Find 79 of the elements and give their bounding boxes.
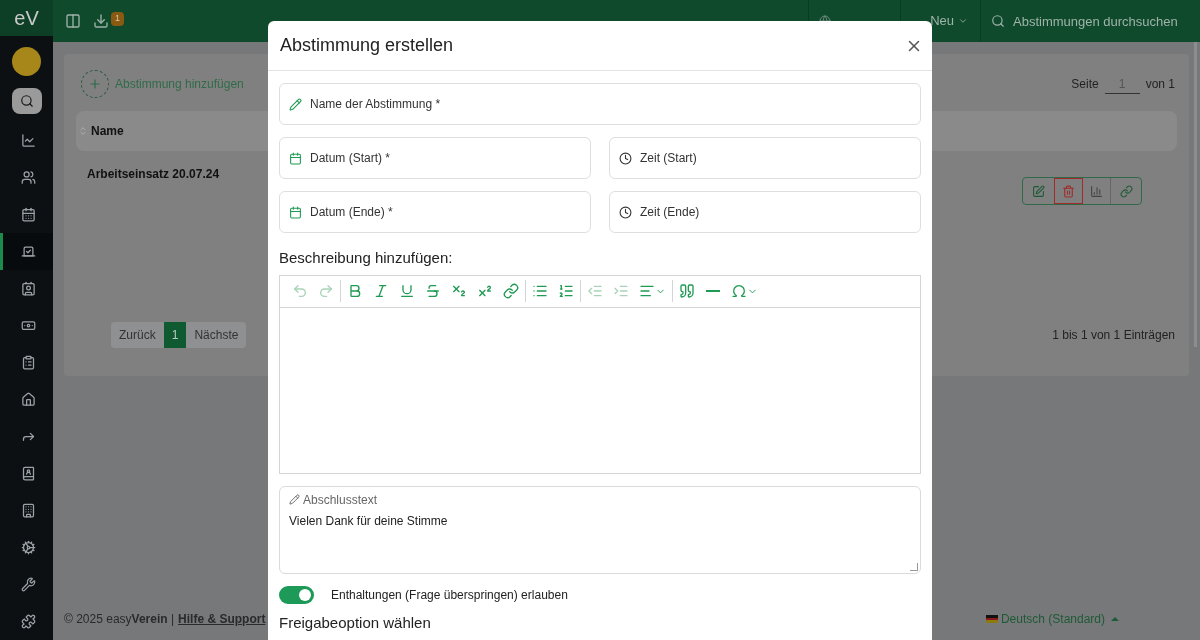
outdent-icon <box>587 283 603 299</box>
caret-icon <box>1111 617 1119 621</box>
abstain-label: Enthaltungen (Frage überspringen) erlauben <box>331 586 568 604</box>
input-field[interactable]: Zeit (Ende) <box>609 191 921 233</box>
pencil-icon <box>289 97 302 111</box>
italic-icon <box>373 283 389 299</box>
search-icon <box>991 14 1005 28</box>
indent-icon <box>613 283 629 299</box>
page-total: von 1 <box>1145 76 1175 93</box>
page-label: Seite <box>1071 76 1099 93</box>
users-icon <box>20 170 36 185</box>
search-field[interactable]: Abstimmungen durchsuchen <box>981 0 1200 42</box>
contact-card-icon <box>20 281 36 296</box>
abstain-toggle[interactable] <box>279 585 314 604</box>
align-left-icon <box>639 283 655 299</box>
pencil-icon <box>289 494 300 505</box>
calendar-icon <box>289 151 302 165</box>
strikethrough-icon <box>425 283 441 299</box>
clock-icon <box>619 205 632 219</box>
building-icon <box>20 503 36 518</box>
book-icon <box>20 466 36 481</box>
input-field[interactable]: Zeit (Start) <box>609 137 921 179</box>
table-cell-text: Arbeitseinsatz 20.07.24 <box>87 166 220 183</box>
clock-icon <box>619 151 632 165</box>
omega-icon <box>731 283 747 299</box>
chart-icon <box>20 133 36 148</box>
modal-title: Abstimmung erstellen <box>280 34 454 57</box>
puzzle-icon <box>20 614 36 629</box>
horizontal-line-icon <box>706 290 720 292</box>
search-button[interactable] <box>11 88 42 114</box>
club-avatar[interactable] <box>12 47 41 76</box>
trash-icon <box>1062 184 1075 198</box>
redo-icon <box>318 283 334 299</box>
resize-handle-icon[interactable] <box>910 562 918 571</box>
input-field[interactable]: Datum (Start) * <box>279 137 591 179</box>
notification-badge: 1 <box>111 12 124 26</box>
gears-icon <box>20 540 36 555</box>
bullet-list-icon <box>532 283 548 299</box>
logo: eV <box>0 0 53 36</box>
sidebar-toggle-button[interactable] <box>65 13 81 29</box>
copyright-text: © 2025 easyVerein | <box>64 611 175 628</box>
edit-icon <box>1032 184 1045 198</box>
undo-icon <box>292 283 308 299</box>
entries-info: 1 bis 1 von 1 Einträgen <box>1052 327 1175 344</box>
download-button[interactable] <box>93 13 109 29</box>
home-icon <box>20 392 36 407</box>
sidebar-item[interactable] <box>0 233 53 270</box>
ballot-box-icon <box>20 244 36 259</box>
delete-button[interactable] <box>1054 178 1083 204</box>
pagination-button[interactable]: 1 <box>163 322 187 348</box>
quote-icon <box>679 283 695 299</box>
bold-icon <box>347 283 363 299</box>
pagination-button[interactable]: Zurück <box>111 322 164 348</box>
flag-icon <box>985 615 998 623</box>
plus-icon <box>88 77 102 91</box>
subscript-icon <box>451 283 467 299</box>
release-heading: Freigabeoption wählen <box>279 613 432 632</box>
link-icon <box>503 283 519 299</box>
column-header[interactable]: Name <box>91 122 124 140</box>
calendar-icon <box>20 207 36 222</box>
closing-text-value: Vielen Dank für deine Stimme <box>289 512 449 530</box>
banknote-icon <box>20 318 36 333</box>
link-icon <box>1119 184 1133 198</box>
superscript-icon <box>477 283 493 299</box>
calendar-icon <box>289 205 302 219</box>
input-field[interactable]: Name der Abstimmung * <box>279 83 921 125</box>
description-label: Beschreibung hinzufügen: <box>279 248 454 268</box>
input-field[interactable]: Datum (Ende) * <box>279 191 591 233</box>
bar-chart-icon <box>1090 184 1103 198</box>
clipboard-icon <box>20 355 36 370</box>
underline-icon <box>399 283 415 299</box>
help-support-link[interactable]: Hilfe & Support <box>178 610 266 628</box>
wrench-icon <box>20 577 36 592</box>
numbered-list-icon <box>558 283 574 299</box>
caret-icon <box>958 16 968 26</box>
closing-text-field[interactable]: Abschlusstext Vielen Dank für deine Stimme <box>279 485 921 574</box>
pagination-button[interactable]: Nächste <box>186 322 247 348</box>
closing-text-label: Abschlusstext <box>289 490 911 509</box>
search-icon <box>19 94 34 108</box>
